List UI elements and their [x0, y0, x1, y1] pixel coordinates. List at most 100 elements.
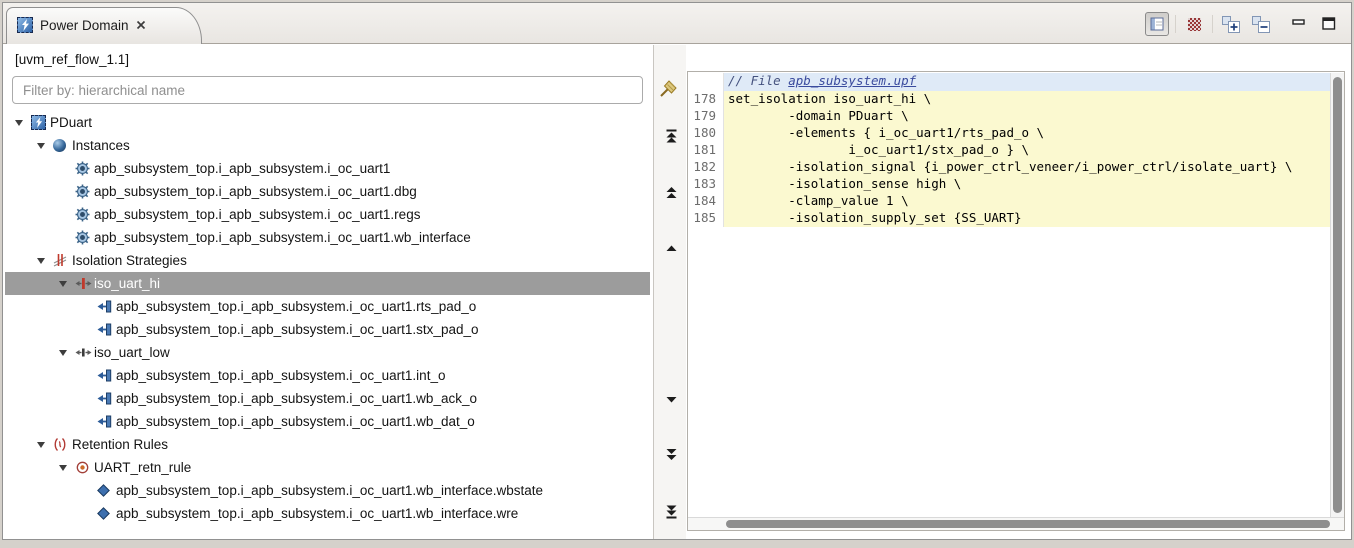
tree-item-iso-uart-hi[interactable]: iso_uart_hi: [5, 272, 650, 295]
module-icon: [75, 184, 94, 199]
filter-input[interactable]: [12, 76, 643, 104]
line-number: 179: [688, 108, 724, 125]
line-number: 185: [688, 210, 724, 227]
line-number: 181: [688, 142, 724, 159]
pattern-filter-icon[interactable]: [1182, 12, 1206, 36]
tree-item-pduart[interactable]: PDuart: [5, 111, 650, 134]
line-number: 184: [688, 193, 724, 210]
expand-all-icon[interactable]: [1219, 12, 1243, 36]
state-diamond-icon: [97, 484, 116, 497]
state-diamond-icon: [97, 507, 116, 520]
tree-item-instance[interactable]: apb_subsystem_top.i_apb_subsystem.i_oc_u…: [5, 157, 650, 180]
port-icon: [97, 369, 116, 382]
toolbar-separator: [1212, 15, 1213, 33]
tree-item-retention-rules[interactable]: Retention Rules: [5, 433, 650, 456]
retention-rule-icon: [75, 460, 94, 475]
line-number: 183: [688, 176, 724, 193]
page-down-icon[interactable]: [661, 445, 681, 463]
code-line: 185 -isolation_supply_set {SS_UART}: [688, 210, 1330, 227]
line-number: 178: [688, 91, 724, 108]
power-domain-icon: [17, 17, 33, 33]
close-tab-icon[interactable]: [136, 20, 146, 30]
navigation-strip: [653, 45, 686, 539]
port-icon: [97, 300, 116, 313]
expander-icon[interactable]: [59, 280, 75, 287]
horizontal-scrollbar-thumb[interactable]: [726, 520, 1330, 528]
instances-icon: [53, 139, 72, 152]
tree-item-instance[interactable]: apb_subsystem_top.i_apb_subsystem.i_oc_u…: [5, 203, 650, 226]
tab-title: Power Domain: [40, 17, 129, 33]
tree-item-port[interactable]: apb_subsystem_top.i_apb_subsystem.i_oc_u…: [5, 410, 650, 433]
retention-rules-icon: [53, 437, 72, 452]
scroll-to-top-icon[interactable]: [661, 127, 681, 145]
toolbar-separator: [1175, 15, 1176, 33]
power-domain-chip-icon: [31, 115, 50, 130]
tree-item-port[interactable]: apb_subsystem_top.i_apb_subsystem.i_oc_u…: [5, 318, 650, 341]
code-line: 182 -isolation_signal {i_power_ctrl_vene…: [688, 159, 1330, 176]
line-text: -elements { i_oc_uart1/rts_pad_o \: [724, 125, 1330, 142]
code-line: 178 set_isolation iso_uart_hi \: [688, 91, 1330, 108]
line-number: 182: [688, 159, 724, 176]
port-icon: [97, 323, 116, 336]
code-line: 180 -elements { i_oc_uart1/rts_pad_o \: [688, 125, 1330, 142]
horizontal-scrollbar[interactable]: [688, 517, 1344, 530]
module-icon: [75, 207, 94, 222]
clear-filter-icon[interactable]: [657, 75, 681, 104]
tree-item-retained-signal[interactable]: apb_subsystem_top.i_apb_subsystem.i_oc_u…: [5, 502, 650, 525]
tree-item-port[interactable]: apb_subsystem_top.i_apb_subsystem.i_oc_u…: [5, 364, 650, 387]
tree-item-instances[interactable]: Instances: [5, 134, 650, 157]
expander-icon[interactable]: [15, 119, 31, 126]
maximize-icon[interactable]: [1317, 12, 1341, 36]
power-domain-tree: PDuart Instances apb_subsystem_top.i_apb…: [5, 111, 650, 535]
tree-item-iso-uart-low[interactable]: iso_uart_low: [5, 341, 650, 364]
scroll-to-bottom-icon[interactable]: [661, 503, 681, 521]
upf-file-link[interactable]: apb_subsystem.upf: [788, 73, 916, 88]
expander-icon[interactable]: [37, 257, 53, 264]
line-text: -clamp_value 1 \: [724, 193, 1330, 210]
isolation-strategy-low-icon: [75, 346, 94, 359]
scroll-down-icon[interactable]: [661, 391, 681, 409]
expander-icon[interactable]: [59, 464, 75, 471]
file-comment: // File: [728, 73, 789, 88]
tree-item-instance[interactable]: apb_subsystem_top.i_apb_subsystem.i_oc_u…: [5, 226, 650, 249]
line-text: -isolation_signal {i_power_ctrl_veneer/i…: [724, 159, 1330, 176]
line-text: i_oc_uart1/stx_pad_o } \: [724, 142, 1330, 159]
line-text: set_isolation iso_uart_hi \: [724, 91, 1330, 108]
tree-item-port[interactable]: apb_subsystem_top.i_apb_subsystem.i_oc_u…: [5, 295, 650, 318]
line-number: 180: [688, 125, 724, 142]
code-line: 179 -domain PDuart \: [688, 108, 1330, 125]
power-domain-view: Power Domain [uvm_ref_flow_1.1] Filter b…: [2, 2, 1352, 540]
line-text: -isolation_supply_set {SS_UART}: [724, 210, 1330, 227]
scope-breadcrumb: [uvm_ref_flow_1.1]: [15, 52, 130, 67]
isolation-strategy-hi-icon: [75, 277, 94, 290]
code-line: 183 -isolation_sense high \: [688, 176, 1330, 193]
module-icon: [75, 161, 94, 176]
expander-icon[interactable]: [59, 349, 75, 356]
port-icon: [97, 415, 116, 428]
expander-icon[interactable]: [37, 142, 53, 149]
tab-bar: Power Domain: [3, 3, 1351, 44]
port-icon: [97, 392, 116, 405]
vertical-scrollbar[interactable]: [1330, 73, 1344, 517]
view-toolbar: [1145, 10, 1341, 38]
tree-item-isolation-strategies[interactable]: Isolation Strategies: [5, 249, 650, 272]
minimize-icon[interactable]: [1287, 12, 1311, 36]
power-domain-tree-panel: [uvm_ref_flow_1.1] PDuart Instances apb_…: [5, 45, 650, 539]
tree-item-port[interactable]: apb_subsystem_top.i_apb_subsystem.i_oc_u…: [5, 387, 650, 410]
upf-code-viewer: // File apb_subsystem.upf 178 set_isolat…: [687, 71, 1345, 531]
collapse-all-icon[interactable]: [1249, 12, 1273, 36]
linked-view-toggle-icon[interactable]: [1145, 12, 1169, 36]
expander-icon[interactable]: [37, 441, 53, 448]
tree-item-uart-retn-rule[interactable]: UART_retn_rule: [5, 456, 650, 479]
tab-power-domain[interactable]: Power Domain: [6, 7, 202, 44]
scroll-up-icon[interactable]: [661, 239, 681, 257]
code-line: 181 i_oc_uart1/stx_pad_o } \: [688, 142, 1330, 159]
page-up-icon[interactable]: [661, 183, 681, 201]
code-lines: // File apb_subsystem.upf 178 set_isolat…: [688, 73, 1330, 227]
isolation-strategies-icon: [53, 253, 72, 268]
vertical-scrollbar-thumb[interactable]: [1333, 77, 1342, 513]
line-text: -isolation_sense high \: [724, 176, 1330, 193]
tree-item-instance[interactable]: apb_subsystem_top.i_apb_subsystem.i_oc_u…: [5, 180, 650, 203]
code-header-line: // File apb_subsystem.upf: [688, 73, 1330, 91]
tree-item-retained-signal[interactable]: apb_subsystem_top.i_apb_subsystem.i_oc_u…: [5, 479, 650, 502]
